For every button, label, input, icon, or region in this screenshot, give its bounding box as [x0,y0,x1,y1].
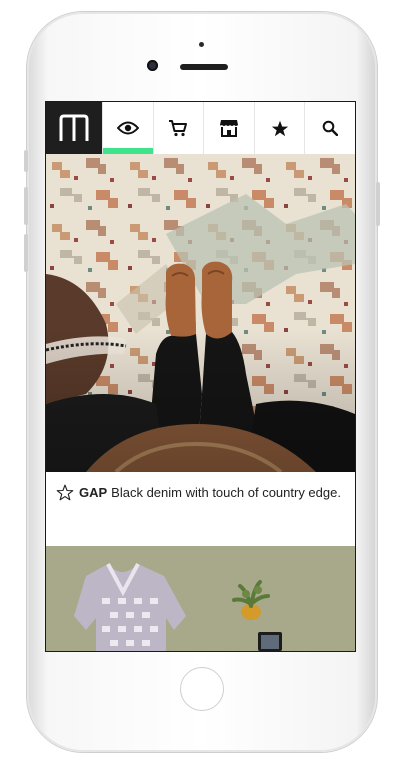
star-outline-icon[interactable] [56,484,74,501]
earpiece-speaker [180,64,228,70]
app-screen: GAP Black denim with touch of country ed… [45,101,356,652]
front-camera [147,60,158,71]
brand-name[interactable]: GAP [79,484,107,501]
app-logo-button[interactable] [46,102,102,154]
nav-tab-stores[interactable] [203,102,254,154]
cart-icon [169,120,188,137]
top-nav-bar [46,102,355,155]
volume-down-button [24,234,28,272]
store-icon [219,120,238,137]
feed-photo-boots[interactable] [46,154,355,472]
feed-photo-sweater[interactable] [46,546,355,651]
nav-tab-favorites[interactable] [253,102,305,154]
eye-icon [116,121,139,135]
mute-switch [24,150,28,172]
power-button [376,182,380,226]
nav-tab-search[interactable] [304,102,355,154]
logo-icon [59,114,89,141]
nav-tab-cart[interactable] [152,102,204,154]
sweater-and-plant-photo [46,546,355,651]
caption-text: Black denim with touch of country edge. [111,485,341,500]
star-icon [271,120,288,136]
feed-item-caption: GAP Black denim with touch of country ed… [46,472,355,546]
nav-tab-feed[interactable] [102,102,153,154]
proximity-sensor [199,42,204,47]
boots-on-rug-photo [46,154,355,472]
search-icon [322,120,339,136]
home-button[interactable] [180,667,224,711]
volume-up-button [24,187,28,225]
